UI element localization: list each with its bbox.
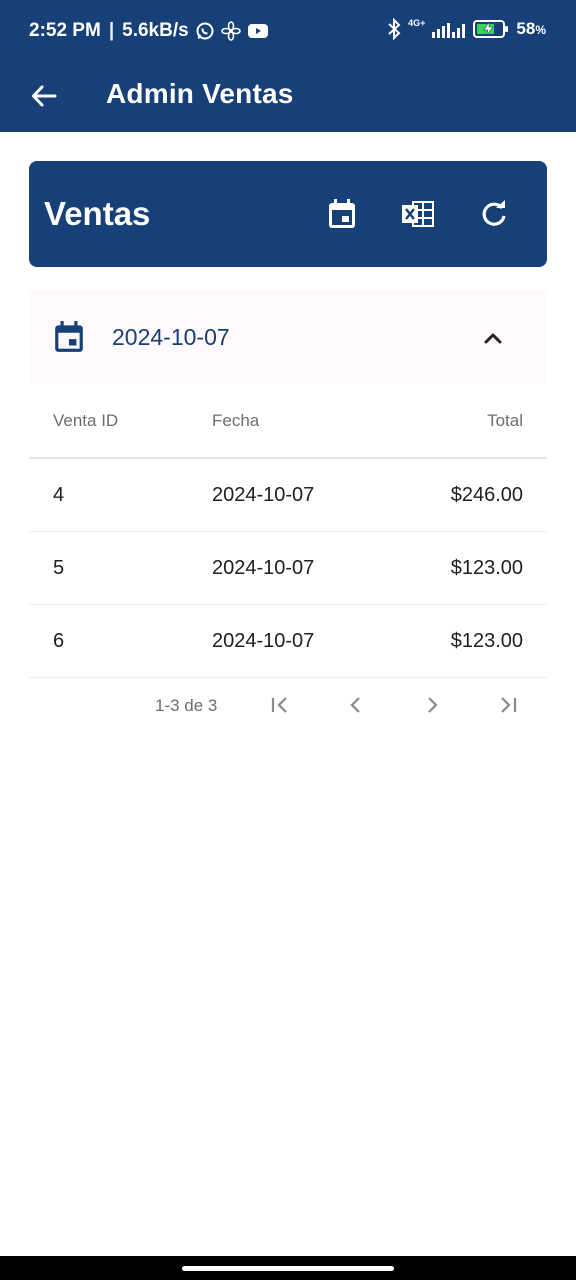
system-nav-bar bbox=[0, 1256, 576, 1280]
cell-date: 2024-10-07 bbox=[211, 604, 393, 678]
chevron-left-icon bbox=[350, 697, 360, 713]
table-row[interactable]: 6 2024-10-07 $123.00 bbox=[29, 604, 547, 678]
home-indicator[interactable] bbox=[182, 1266, 394, 1271]
calendar-icon bbox=[55, 321, 83, 352]
first-page-button[interactable] bbox=[267, 692, 293, 718]
back-button[interactable] bbox=[24, 76, 64, 116]
table-row[interactable]: 4 2024-10-07 $246.00 bbox=[29, 458, 547, 532]
status-time: 2:52 PM bbox=[29, 20, 101, 41]
table-header-row: Venta ID Fecha Total bbox=[29, 385, 547, 459]
sales-header-card: Ventas bbox=[29, 161, 547, 267]
cell-id: 5 bbox=[29, 531, 211, 605]
app-bar: Admin Ventas bbox=[0, 66, 576, 132]
column-header-total[interactable]: Total bbox=[393, 385, 547, 459]
refresh-icon bbox=[482, 200, 506, 226]
cell-id: 6 bbox=[29, 604, 211, 678]
first-page-icon bbox=[271, 697, 287, 713]
last-page-icon bbox=[501, 697, 517, 713]
cell-date: 2024-10-07 bbox=[211, 531, 393, 605]
sales-table: Venta ID Fecha Total 4 2024-10-07 $246.0… bbox=[29, 385, 547, 678]
status-speed: 5.6kB/s bbox=[122, 20, 189, 41]
cell-total: $246.00 bbox=[393, 458, 547, 532]
previous-page-button[interactable] bbox=[343, 692, 369, 718]
column-header-date[interactable]: Fecha bbox=[211, 385, 393, 459]
cell-total: $123.00 bbox=[393, 604, 547, 678]
arrow-back-icon bbox=[32, 85, 57, 107]
selected-date: 2024-10-07 bbox=[112, 324, 230, 350]
collapse-button[interactable] bbox=[479, 324, 507, 357]
pagination: 1-3 de 3 bbox=[29, 680, 547, 730]
fan-icon bbox=[220, 21, 241, 41]
calendar-button[interactable] bbox=[323, 195, 361, 233]
youtube-icon bbox=[247, 24, 268, 38]
table-row[interactable]: 5 2024-10-07 $123.00 bbox=[29, 531, 547, 605]
card-title: Ventas bbox=[44, 195, 151, 232]
status-right: 4G+ 58% bbox=[387, 18, 546, 40]
next-page-button[interactable] bbox=[419, 692, 445, 718]
calendar-icon bbox=[329, 199, 355, 228]
excel-export-icon bbox=[402, 201, 434, 227]
battery-level: 58% bbox=[516, 19, 546, 38]
chevron-right-icon bbox=[428, 697, 438, 713]
last-page-button[interactable] bbox=[495, 692, 521, 718]
app-title: Admin Ventas bbox=[106, 78, 294, 109]
network-type: 4G+ bbox=[408, 17, 426, 28]
pagination-range: 1-3 de 3 bbox=[155, 696, 218, 715]
status-bar: 2:52 PM | 5.6kB/s 4G+ 58% bbox=[0, 0, 576, 66]
status-left: 2:52 PM | 5.6kB/s bbox=[29, 20, 269, 42]
status-separator: | bbox=[108, 20, 115, 41]
export-excel-button[interactable] bbox=[399, 195, 437, 233]
battery-charging-icon bbox=[473, 20, 509, 38]
refresh-button[interactable] bbox=[475, 195, 513, 233]
date-filter-panel[interactable]: 2024-10-07 bbox=[29, 290, 547, 384]
cell-id: 4 bbox=[29, 458, 211, 532]
whatsapp-icon bbox=[196, 22, 214, 40]
cell-total: $123.00 bbox=[393, 531, 547, 605]
column-header-id[interactable]: Venta ID bbox=[29, 385, 211, 459]
cell-date: 2024-10-07 bbox=[211, 458, 393, 532]
bluetooth-icon bbox=[388, 18, 401, 40]
chevron-up-icon bbox=[484, 333, 502, 344]
date-calendar-icon-wrap bbox=[53, 320, 85, 359]
signal-icon bbox=[432, 23, 466, 38]
